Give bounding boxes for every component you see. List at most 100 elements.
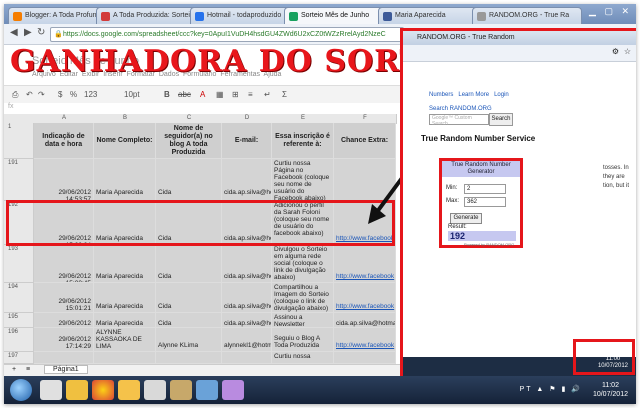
- table-cell-email[interactable]: cida.ap.silva@hotmail: [222, 245, 272, 283]
- header-cell[interactable]: Indicação de data e hora: [34, 123, 94, 159]
- forward-icon[interactable]: ▶: [24, 27, 32, 38]
- header-cell[interactable]: Nome Completo:: [94, 123, 156, 159]
- row-number[interactable]: 197: [4, 352, 34, 364]
- table-cell-email[interactable]: alynnekl1@hotmail.co: [222, 328, 272, 352]
- redo-icon[interactable]: ↷: [38, 90, 45, 99]
- table-cell-email[interactable]: cida.ap.silva@hotmail: [222, 283, 272, 313]
- text-color-icon[interactable]: A: [200, 90, 205, 99]
- sheet-list-icon[interactable]: ≡: [26, 366, 30, 373]
- table-cell-ref[interactable]: Assinou a Newsletter: [272, 313, 334, 328]
- search-input[interactable]: Google™ Custom Search: [429, 114, 489, 127]
- row-number[interactable]: 191: [4, 159, 34, 201]
- search-label: Search RANDOM.ORG: [429, 106, 492, 112]
- fill-color-icon[interactable]: ▦: [216, 90, 224, 99]
- row-number[interactable]: 196: [4, 328, 34, 352]
- app-icon[interactable]: [170, 380, 192, 400]
- header-cell[interactable]: E-mail:: [222, 123, 272, 159]
- table-cell-nick[interactable]: Cida: [156, 159, 222, 201]
- add-sheet-icon[interactable]: +: [12, 366, 16, 373]
- wrench-icon[interactable]: ⚙: [612, 47, 619, 56]
- table-cell-date[interactable]: 29/06/2012 15:00:45: [34, 245, 94, 283]
- header-cell[interactable]: Essa inscrição é referente à:: [272, 123, 334, 159]
- folder-icon[interactable]: [118, 380, 140, 400]
- row-number[interactable]: 1: [4, 123, 34, 159]
- table-cell-email[interactable]: cida.ap.silva@hotmail: [222, 159, 272, 201]
- table-cell-nick[interactable]: [156, 352, 222, 364]
- row-number[interactable]: 195: [4, 313, 34, 328]
- bold-icon[interactable]: B: [164, 90, 170, 99]
- table-cell-extra[interactable]: http://www.facebook: [334, 283, 396, 313]
- row-number[interactable]: 194: [4, 283, 34, 313]
- table-cell-extra[interactable]: [334, 352, 396, 364]
- table-cell-name[interactable]: Maria Aparecida: [94, 283, 156, 313]
- min-label: Min:: [446, 185, 458, 191]
- table-cell-date[interactable]: 29/06/2012 17:14:29: [34, 328, 94, 352]
- browser-tab-strip: Blogger: A Toda Profundic A Toda Produzi…: [4, 4, 636, 25]
- align-icon[interactable]: ≡: [248, 90, 253, 99]
- table-cell-nick[interactable]: Cida: [156, 283, 222, 313]
- system-tray[interactable]: PT ▲ ⚑ ▮ 🔊: [520, 385, 582, 393]
- table-cell-name[interactable]: Maria Aparecida: [94, 245, 156, 283]
- table-cell-extra[interactable]: cida.ap.silva@hotmai: [334, 313, 396, 328]
- percent-icon[interactable]: %: [70, 90, 77, 99]
- taskbar-clock[interactable]: 11:02 10/07/2012: [593, 381, 628, 399]
- table-cell-ref[interactable]: Compartilhou a Imagem do Sorteio (coloqu…: [272, 283, 334, 313]
- table-cell-name[interactable]: Maria Aparecida: [94, 313, 156, 328]
- nav-learn-more[interactable]: Learn More: [458, 92, 489, 98]
- sheet-toolbar: ⎙ ↶ ↷ $ % 123 10pt B abc A ▦ ⊞ ≡ ↵ Σ: [4, 85, 402, 105]
- min-input[interactable]: 2: [464, 184, 506, 194]
- app-icon[interactable]: [222, 380, 244, 400]
- sum-icon[interactable]: Σ: [282, 90, 287, 99]
- random-taskbar: 11:00 10/07/2012: [403, 339, 636, 377]
- star-icon[interactable]: ☆: [624, 47, 631, 56]
- wrap-icon[interactable]: ↵: [264, 90, 271, 99]
- nav-login[interactable]: Login: [494, 92, 509, 98]
- opera-icon[interactable]: [66, 380, 88, 400]
- table-cell-nick[interactable]: Cida: [156, 245, 222, 283]
- header-cell[interactable]: Chance Extra:: [334, 123, 396, 159]
- url-field[interactable]: 🔒 https://docs.google.com/spreadsheet/cc…: [50, 27, 404, 42]
- start-button[interactable]: [10, 379, 32, 401]
- table-cell-extra[interactable]: http://www.facebook: [334, 245, 396, 283]
- reload-icon[interactable]: ↻: [37, 27, 45, 38]
- table-cell-ref[interactable]: Divulgou o Sorteio em alguma rede social…: [272, 245, 334, 283]
- print-icon[interactable]: ⎙: [12, 90, 18, 100]
- nav-numbers[interactable]: Numbers: [429, 92, 453, 98]
- side-text: tosses. In they are tion, but it: [603, 165, 630, 189]
- sheet-tab-pagina1[interactable]: Página1: [44, 365, 88, 374]
- strikethrough-icon[interactable]: abc: [178, 90, 191, 99]
- random-address-bar: ☆ ⚙: [403, 45, 636, 62]
- table-cell-ref[interactable]: Curtiu nossa Página no Facebook (coloque…: [272, 159, 334, 201]
- table-cell-date[interactable]: [34, 352, 94, 364]
- window-controls[interactable]: ▁ ▢ ✕: [589, 6, 632, 17]
- max-input[interactable]: 362: [464, 197, 506, 207]
- table-cell-extra[interactable]: http://www.facebook: [334, 328, 396, 352]
- generate-button[interactable]: Generate: [450, 213, 482, 224]
- table-cell-ref[interactable]: Curtiu nossa: [272, 352, 334, 364]
- tab-random-org[interactable]: RANDOM.ORG - True Ra: [472, 7, 582, 25]
- chrome-icon[interactable]: [92, 380, 114, 400]
- table-cell-date[interactable]: 29/06/2012 14:53:57: [34, 159, 94, 201]
- table-cell-date[interactable]: 29/06/2012 15:01:21: [34, 283, 94, 313]
- table-cell-email[interactable]: cida.ap.silva@hotmail: [222, 313, 272, 328]
- table-cell-nick[interactable]: Alynne KLima: [156, 328, 222, 352]
- table-cell-nick[interactable]: Cida: [156, 313, 222, 328]
- media-icon[interactable]: [144, 380, 166, 400]
- ie-icon[interactable]: [40, 380, 62, 400]
- search-button[interactable]: Search: [489, 113, 513, 126]
- undo-icon[interactable]: ↶: [26, 90, 33, 99]
- table-cell-name[interactable]: ALYNNE KASSAOKA DE LIMA: [94, 328, 156, 352]
- table-cell-email[interactable]: [222, 352, 272, 364]
- back-icon[interactable]: ◀: [10, 27, 18, 38]
- font-size-select[interactable]: 10pt: [124, 90, 140, 99]
- number-format[interactable]: 123: [84, 90, 97, 99]
- header-cell[interactable]: Nome de seguidor(a) no blog A toda Produ…: [156, 123, 222, 159]
- borders-icon[interactable]: ⊞: [232, 90, 239, 99]
- table-cell-date[interactable]: 29/06/2012 15:02:06: [34, 313, 94, 328]
- row-number[interactable]: 193: [4, 245, 34, 283]
- table-cell-name[interactable]: Maria Aparecida: [94, 159, 156, 201]
- table-cell-ref[interactable]: Seguiu o Blog A Toda Produzida: [272, 328, 334, 352]
- paint-icon[interactable]: [196, 380, 218, 400]
- currency-icon[interactable]: $: [58, 90, 62, 99]
- table-cell-name[interactable]: [94, 352, 156, 364]
